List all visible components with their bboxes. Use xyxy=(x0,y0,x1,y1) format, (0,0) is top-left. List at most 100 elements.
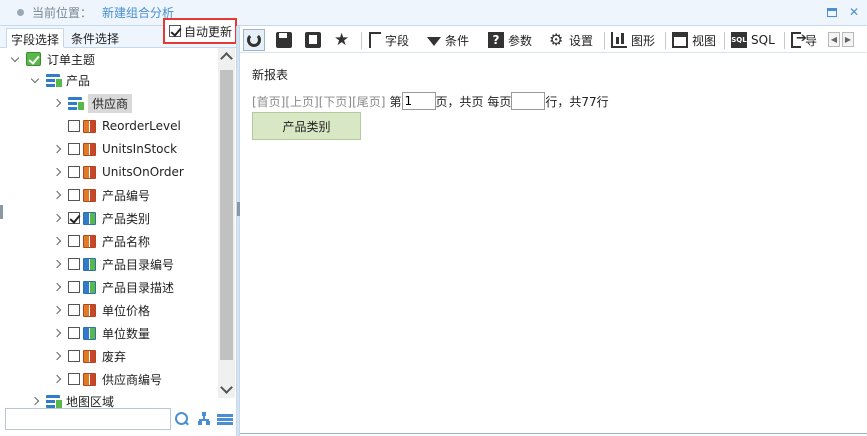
tree-item-checkbox[interactable] xyxy=(68,120,80,132)
scroll-up-icon[interactable] xyxy=(218,48,235,65)
tree-item-checkbox[interactable] xyxy=(68,327,80,339)
left-panel: 字段选择 条件选择 自动更新 订单主题 产品 供应商 ReorderLevel xyxy=(0,18,237,436)
tree-item[interactable]: 供应商 xyxy=(52,93,133,113)
tree-item[interactable]: 单位价格 xyxy=(52,300,150,320)
tree-item[interactable]: 单位数量 xyxy=(52,323,150,343)
view-button[interactable]: 视图 xyxy=(672,30,716,50)
last-page-link[interactable]: [尾页] xyxy=(352,93,385,110)
tree-item[interactable]: ReorderLevel xyxy=(52,116,181,136)
scroll-thumb[interactable] xyxy=(220,70,233,360)
expand-icon[interactable] xyxy=(52,190,62,200)
field-select-icon xyxy=(369,32,381,48)
export-icon xyxy=(791,31,807,48)
expand-icon[interactable] xyxy=(52,259,62,269)
condition-button[interactable]: 条件 xyxy=(427,30,469,50)
tab-field-select[interactable]: 字段选择 xyxy=(6,28,65,48)
tree-item[interactable]: 产品目录描述 xyxy=(52,277,174,297)
collapse-icon[interactable] xyxy=(30,75,40,85)
maximize-icon xyxy=(827,7,837,17)
settings-button[interactable]: ⚙ 设置 xyxy=(549,30,593,50)
tree-item[interactable]: 产品名称 xyxy=(52,231,150,251)
auto-update-checkbox[interactable] xyxy=(169,25,181,37)
column-header[interactable]: 产品类别 xyxy=(252,112,361,140)
toolbar: ★ 字段 条件 ? 参数 ⚙ 设置 图形 视图 SQL SQL 导 ◀ ▶ xyxy=(240,26,867,53)
tree-item-checkbox[interactable] xyxy=(68,166,80,178)
sql-button[interactable]: SQL SQL xyxy=(731,30,775,50)
field-icon xyxy=(83,349,96,363)
collapse-icon[interactable] xyxy=(10,54,20,64)
param-button-label: 参数 xyxy=(508,33,533,48)
table-icon xyxy=(68,96,85,111)
tree-group-product[interactable]: 产品 xyxy=(30,70,90,90)
tree-root[interactable]: 订单主题 xyxy=(10,49,95,69)
tree-item-checkbox[interactable] xyxy=(68,235,80,247)
tree-item-checkbox[interactable] xyxy=(68,350,80,362)
search-icon[interactable] xyxy=(175,412,189,426)
expand-icon[interactable] xyxy=(52,328,62,338)
auto-update-toggle[interactable]: 自动更新 xyxy=(163,18,237,44)
close-button[interactable]: ✕ xyxy=(847,5,861,19)
close-icon: ✕ xyxy=(848,5,860,19)
page-number-input[interactable] xyxy=(401,92,436,110)
tree-item-checkbox[interactable] xyxy=(68,281,80,293)
question-icon: ? xyxy=(488,32,504,48)
chart-button[interactable]: 图形 xyxy=(611,30,655,50)
tree-item-label: 产品目录编号 xyxy=(102,257,175,272)
save-button[interactable] xyxy=(276,30,296,50)
tree-item[interactable]: 供应商编号 xyxy=(52,369,162,389)
scroll-down-icon[interactable] xyxy=(218,381,235,398)
export-button[interactable]: 导 xyxy=(791,30,817,50)
search-input[interactable] xyxy=(5,408,171,430)
favorite-button[interactable]: ★ xyxy=(334,30,354,50)
tree-item[interactable]: 产品编号 xyxy=(52,185,150,205)
tree-item[interactable]: 产品类别 xyxy=(52,208,150,228)
tree-scrollbar[interactable] xyxy=(218,48,235,398)
toolbar-scroll-right-icon[interactable]: ▶ xyxy=(842,32,854,47)
view-icon xyxy=(672,32,688,48)
tree-item-checkbox[interactable] xyxy=(68,212,80,224)
save-as-button[interactable] xyxy=(305,30,325,50)
expand-icon[interactable] xyxy=(52,144,62,154)
field-icon xyxy=(83,142,96,156)
hierarchy-icon[interactable] xyxy=(198,412,210,425)
field-icon xyxy=(83,257,96,271)
pager: [首页] [上页] [下页] [尾页] 第 页，共页 每页 行，共77行 xyxy=(252,92,609,110)
toolbar-scroll-left-icon[interactable]: ◀ xyxy=(828,32,840,47)
tree-item-checkbox[interactable] xyxy=(68,304,80,316)
expand-icon[interactable] xyxy=(52,305,62,315)
expand-icon[interactable] xyxy=(52,236,62,246)
tree-item-label: 产品编号 xyxy=(102,188,151,203)
tree-item-label: 供应商编号 xyxy=(102,372,163,387)
expand-icon[interactable] xyxy=(30,396,40,406)
expand-icon[interactable] xyxy=(52,213,62,223)
next-page-link[interactable]: [下页] xyxy=(319,93,352,110)
expand-icon[interactable] xyxy=(52,167,62,177)
list-icon[interactable] xyxy=(217,414,233,425)
tree-item[interactable]: UnitsInStock xyxy=(52,139,177,159)
tree-item-checkbox[interactable] xyxy=(68,189,80,201)
refresh-button[interactable] xyxy=(243,29,265,51)
rows-per-page-input[interactable] xyxy=(511,92,546,110)
tree-item-checkbox[interactable] xyxy=(68,373,80,385)
expand-icon[interactable] xyxy=(52,282,62,292)
star-icon: ★ xyxy=(334,30,350,50)
condition-button-label: 条件 xyxy=(445,33,470,48)
tree-item-checkbox[interactable] xyxy=(68,143,80,155)
first-page-link[interactable]: [首页] xyxy=(252,93,285,110)
expand-icon[interactable] xyxy=(52,98,62,108)
prev-page-link[interactable]: [上页] xyxy=(285,93,318,110)
left-edge-handle[interactable] xyxy=(0,205,3,219)
tab-condition-select[interactable]: 条件选择 xyxy=(67,28,123,48)
maximize-button[interactable] xyxy=(825,5,839,19)
field-icon xyxy=(83,188,96,202)
tree-item[interactable]: UnitsOnOrder xyxy=(52,162,184,182)
tree-item[interactable]: 产品目录编号 xyxy=(52,254,174,274)
param-button[interactable]: ? 参数 xyxy=(488,30,532,50)
gear-icon: ⚙ xyxy=(549,30,564,49)
tree-item[interactable]: 废弃 xyxy=(52,346,126,366)
expand-icon[interactable] xyxy=(52,374,62,384)
expand-icon[interactable] xyxy=(52,351,62,361)
table-icon xyxy=(46,73,63,88)
tree-item-checkbox[interactable] xyxy=(68,258,80,270)
field-button[interactable]: 字段 xyxy=(369,30,409,50)
